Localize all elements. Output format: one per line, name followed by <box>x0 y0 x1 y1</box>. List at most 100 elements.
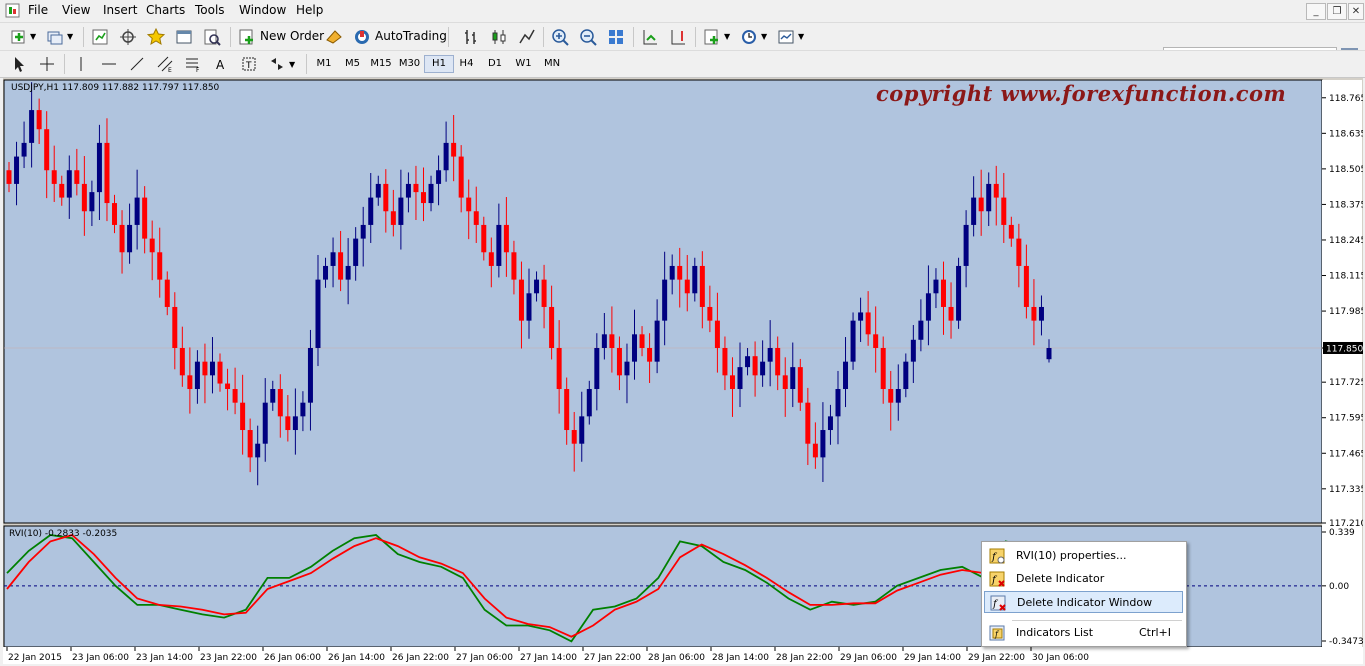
candle <box>383 183 389 212</box>
auto-scroll-icon[interactable] <box>641 28 659 46</box>
candle <box>767 347 773 362</box>
menu-view[interactable]: View <box>62 3 90 17</box>
candle <box>202 361 208 376</box>
toolbar-separator <box>448 27 449 47</box>
candle <box>594 347 600 390</box>
timeframe-d1[interactable]: D1 <box>481 55 509 73</box>
navigator-icon[interactable] <box>147 28 165 46</box>
time-tick-label: 23 Jan 06:00 <box>72 653 129 663</box>
candle <box>1038 306 1044 321</box>
new-chart-icon[interactable] <box>10 28 28 46</box>
price-tick-label: 118.505 <box>1329 165 1363 175</box>
horizontal-line-icon[interactable] <box>100 55 118 73</box>
chevron-down-icon[interactable]: ▼ <box>289 60 295 69</box>
templates-icon[interactable] <box>777 28 795 46</box>
indicator-tick-label: 0.339 <box>1329 528 1355 538</box>
profiles-icon[interactable] <box>46 28 64 46</box>
menu-tools[interactable]: Tools <box>195 3 225 17</box>
fibonacci-icon[interactable]: F <box>184 55 202 73</box>
menu-charts[interactable]: Charts <box>146 3 185 17</box>
chart-shift-icon[interactable] <box>669 28 687 46</box>
terminal-icon[interactable] <box>175 28 193 46</box>
candle <box>323 265 329 280</box>
cursor-icon[interactable] <box>10 55 28 73</box>
chevron-down-icon[interactable]: ▼ <box>724 32 730 41</box>
vertical-line-icon[interactable] <box>72 55 90 73</box>
candlesticks-icon[interactable] <box>490 28 508 46</box>
candle <box>654 320 660 362</box>
candle <box>1001 197 1007 225</box>
timeframe-m5[interactable]: M5 <box>339 55 367 73</box>
periods-clock-icon[interactable] <box>740 28 758 46</box>
candle <box>345 265 351 280</box>
candle <box>986 183 992 212</box>
bar-chart-icon[interactable] <box>462 28 480 46</box>
autotrading-icon[interactable] <box>353 28 371 46</box>
menu-item-properties[interactable]: f RVI(10) properties... <box>984 545 1183 567</box>
svg-text:E: E <box>168 67 172 73</box>
timeframe-w1[interactable]: W1 <box>510 55 538 73</box>
candle <box>639 334 645 348</box>
menu-item-indicators-list[interactable]: f Indicators List Ctrl+I <box>984 622 1183 644</box>
timeframe-h4[interactable]: H4 <box>453 55 481 73</box>
equidistant-channel-icon[interactable]: E <box>156 55 174 73</box>
price-tick-label: 117.595 <box>1329 414 1363 424</box>
tile-windows-icon[interactable] <box>607 28 625 46</box>
arrows-icon[interactable] <box>268 55 286 73</box>
time-tick-label: 26 Jan 06:00 <box>264 653 321 663</box>
text-label-icon[interactable]: T <box>240 55 258 73</box>
timeframe-h1[interactable]: H1 <box>424 55 454 73</box>
autotrading-button[interactable]: AutoTrading <box>375 29 447 43</box>
candle <box>353 238 359 266</box>
candle <box>888 389 894 403</box>
indicator-tick-label: -0.3473 <box>1329 637 1363 647</box>
indicator-tick-label: 0.00 <box>1329 582 1349 592</box>
trendline-icon[interactable] <box>128 55 146 73</box>
strategy-tester-icon[interactable] <box>203 28 221 46</box>
candle <box>81 183 87 212</box>
candle <box>458 156 464 198</box>
chevron-down-icon[interactable]: ▼ <box>30 32 36 41</box>
candle <box>782 375 788 390</box>
new-order-button[interactable]: New Order <box>260 29 324 43</box>
candle <box>684 279 690 294</box>
candle <box>300 402 306 417</box>
candle <box>669 265 675 280</box>
data-window-icon[interactable] <box>119 28 137 46</box>
menu-file[interactable]: File <box>28 3 48 17</box>
new-order-icon[interactable] <box>238 28 256 46</box>
delete-window-icon: f <box>990 595 1006 611</box>
text-icon[interactable]: A <box>212 55 230 73</box>
close-button[interactable]: ✕ <box>1348 3 1364 20</box>
candle <box>172 306 178 348</box>
timeframe-mn[interactable]: MN <box>538 55 566 73</box>
menu-help[interactable]: Help <box>296 3 323 17</box>
svg-text:T: T <box>245 61 252 71</box>
candle <box>428 183 434 204</box>
delete-indicator-icon: f <box>989 571 1005 587</box>
restore-button[interactable]: ❐ <box>1327 3 1347 20</box>
toolbar-separator <box>64 54 65 74</box>
menu-item-delete-indicator-window[interactable]: f Delete Indicator Window <box>984 591 1183 613</box>
chevron-down-icon[interactable]: ▼ <box>761 32 767 41</box>
candle <box>647 347 653 362</box>
timeframe-m30[interactable]: M30 <box>396 55 424 73</box>
market-watch-icon[interactable] <box>91 28 109 46</box>
indicators-icon[interactable] <box>703 28 721 46</box>
menu-insert[interactable]: Insert <box>103 3 137 17</box>
menu-window[interactable]: Window <box>239 3 286 17</box>
chevron-down-icon[interactable]: ▼ <box>798 32 804 41</box>
line-chart-icon[interactable] <box>518 28 536 46</box>
timeframe-m15[interactable]: M15 <box>367 55 395 73</box>
price-tick-label: 118.635 <box>1329 129 1363 139</box>
chevron-down-icon[interactable]: ▼ <box>67 32 73 41</box>
timeframe-m1[interactable]: M1 <box>310 55 338 73</box>
minimize-button[interactable]: _ <box>1306 3 1326 20</box>
candle <box>707 306 713 321</box>
metaeditor-icon[interactable] <box>325 28 343 46</box>
menu-item-delete-indicator[interactable]: f Delete Indicator <box>984 568 1183 590</box>
candle <box>398 197 404 225</box>
zoom-out-icon[interactable] <box>579 28 597 46</box>
crosshair-icon[interactable] <box>38 55 56 73</box>
zoom-in-icon[interactable] <box>551 28 569 46</box>
